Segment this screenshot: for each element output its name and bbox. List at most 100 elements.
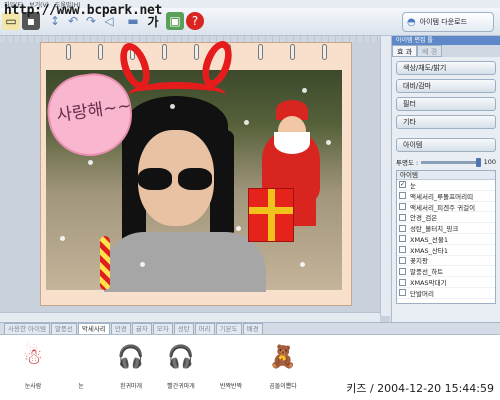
item-checkbox[interactable] — [399, 213, 406, 221]
tray-item[interactable]: 🧸 곰돌이뽑다 — [260, 341, 306, 395]
tab-background[interactable]: 배 경 — [417, 45, 443, 57]
item-checkbox[interactable] — [399, 192, 406, 200]
santa-beard — [274, 132, 310, 154]
gift-box-sticker[interactable] — [248, 188, 294, 242]
bottom-tab[interactable]: 성탄 — [173, 323, 194, 334]
bottom-tab[interactable]: 말풍선 — [50, 323, 77, 334]
teddy-bear-icon: 🧸 — [269, 344, 297, 370]
bottom-tab[interactable]: 배경 — [242, 323, 263, 334]
tray-item-label: 눈 — [78, 383, 84, 390]
category-contrast-button[interactable]: 대비/감마 — [396, 79, 496, 93]
tray-item[interactable]: ☃ 눈사람 — [10, 341, 56, 395]
snowflake — [244, 120, 249, 125]
list-item-label: XMAS_선물1 — [410, 235, 448, 244]
image-icon[interactable]: ▣ — [166, 12, 184, 30]
item-checkbox[interactable] — [399, 202, 406, 210]
bottom-tab[interactable]: 사용한 아이템 — [4, 323, 50, 334]
tray-item-label: 흰귀마개 — [119, 383, 143, 390]
bottom-tab[interactable]: 귤자 — [131, 323, 152, 334]
red-earmuffs-icon: 🎧 — [167, 344, 195, 370]
binder-ring — [322, 44, 327, 60]
item-checkbox[interactable] — [399, 246, 406, 254]
list-item[interactable]: 단발머리 — [397, 288, 495, 299]
list-item-label: 눈 — [410, 181, 416, 190]
vertical-scrollbar[interactable] — [380, 36, 390, 316]
list-item[interactable]: XMAS막대기 — [397, 277, 495, 288]
snowflake — [60, 236, 65, 241]
binder-ring — [98, 44, 103, 60]
list-item[interactable]: XMAS_선물1 — [397, 234, 495, 245]
list-item-label: 말풍선_하트 — [410, 268, 444, 277]
list-item[interactable]: 성탄_볼터치_핑크 — [397, 223, 495, 234]
tab-effects[interactable]: 효 과 — [392, 45, 418, 57]
list-item-label: XMAS막대기 — [410, 279, 447, 288]
snowflake — [302, 88, 307, 93]
binder-ring — [258, 44, 263, 60]
item-checkbox[interactable] — [399, 224, 406, 232]
item-checkbox[interactable] — [399, 267, 406, 275]
list-item-label: 안경_검은 — [410, 214, 438, 223]
list-item[interactable]: 액세서리_피겐주 귀걸이 — [397, 202, 495, 213]
tray-item[interactable]: 반짝반짝 — [208, 341, 254, 395]
item-checkbox[interactable]: ✓ — [399, 181, 406, 189]
item-checkbox[interactable] — [399, 235, 406, 243]
list-item[interactable]: 안경_검은 — [397, 212, 495, 224]
binder-ring — [194, 44, 199, 60]
watermark-url: http://www.bcpark.net — [4, 3, 163, 18]
item-list: 아이템 ✓ 눈 액세서리_루돌프머리띠 액세서리_피겐주 귀걸이 안경_검은 성탄_볼터치… — [396, 170, 496, 304]
item-category-tabs: 사용한 아이템 말풍선 악세사리 안경 귤자 모자 성탄 머리 기본도 배경 — [0, 322, 500, 334]
tray-item-label: 곰돌이뽑다 — [269, 383, 297, 390]
category-etc-button[interactable]: 기타 — [396, 115, 496, 129]
bottom-tab[interactable]: 안경 — [110, 323, 131, 334]
item-checkbox[interactable] — [399, 289, 406, 297]
tray-item-label: 빨간귀마개 — [167, 383, 195, 390]
binder-ring — [290, 44, 295, 60]
snowflake-icon — [66, 341, 96, 373]
download-icon: ◓ — [407, 16, 416, 28]
list-item-label: 단발머리 — [410, 289, 434, 298]
panel-header: 아이템 편집 툴 — [392, 36, 500, 45]
list-item[interactable]: 액세서리_루돌프머리띠 — [397, 191, 495, 202]
item-checkbox[interactable] — [399, 278, 406, 286]
list-item[interactable]: ✓ 눈 — [397, 180, 495, 191]
list-item[interactable]: 꽃지팡 — [397, 256, 495, 267]
category-item-button[interactable]: 아이템 — [396, 138, 496, 152]
item-list-body: ✓ 눈 액세서리_루돌프머리띠 액세서리_피겐주 귀걸이 안경_검은 성탄_볼터치_핑크 X… — [397, 180, 495, 299]
binder-ring — [162, 44, 167, 60]
list-item[interactable]: 말풍선_하트 — [397, 266, 495, 278]
list-item-label: 액세서리_피겐주 귀걸이 — [410, 203, 476, 212]
item-checkbox[interactable] — [399, 256, 406, 264]
list-item-label: 꽃지팡 — [410, 257, 428, 266]
item-list-header: 아이템 — [397, 171, 495, 180]
tray-item[interactable]: 🎧 흰귀마개 — [108, 341, 154, 395]
snowflake — [140, 262, 145, 267]
binder-ring — [66, 44, 71, 60]
opacity-row: 투명도 : 100 — [396, 157, 496, 167]
opacity-slider-knob[interactable] — [475, 157, 481, 167]
bottom-tab[interactable]: 모자 — [152, 323, 173, 334]
sparkle-icon — [216, 341, 246, 373]
opacity-slider[interactable] — [421, 157, 481, 167]
child-shirt — [104, 232, 266, 292]
timestamp-stamp: 키즈 / 2004-12-20 15:44:59 — [346, 382, 494, 395]
bottom-tab[interactable]: 악세사리 — [77, 323, 110, 334]
sunglasses-sticker[interactable] — [138, 168, 212, 192]
tray-item-label: 반짝반짝 — [219, 383, 243, 390]
list-item-label: 성탄_볼터치_핑크 — [410, 225, 459, 234]
tray-item[interactable]: 🎧 빨간귀마개 — [158, 341, 204, 395]
list-item-label: XMAS_산타1 — [410, 246, 448, 255]
horizontal-scrollbar[interactable] — [0, 312, 380, 322]
snowflake — [300, 262, 305, 267]
snowflake — [88, 160, 93, 165]
opacity-value: 100 — [483, 158, 496, 166]
item-download-button[interactable]: ◓ 아이템 다운로드 — [402, 12, 494, 32]
tray-item-label: 눈사람 — [24, 383, 42, 390]
tray-item[interactable]: 눈 — [58, 341, 104, 395]
category-color-button[interactable]: 색상/채도/밝기 — [396, 61, 496, 75]
bottom-tab[interactable]: 머리 — [194, 323, 215, 334]
candy-cane-sticker[interactable] — [100, 236, 110, 290]
list-item[interactable]: XMAS_산타1 — [397, 245, 495, 256]
bottom-tab[interactable]: 기본도 — [215, 323, 242, 334]
help-icon[interactable]: ? — [186, 12, 204, 30]
category-filter-button[interactable]: 필터 — [396, 97, 496, 111]
